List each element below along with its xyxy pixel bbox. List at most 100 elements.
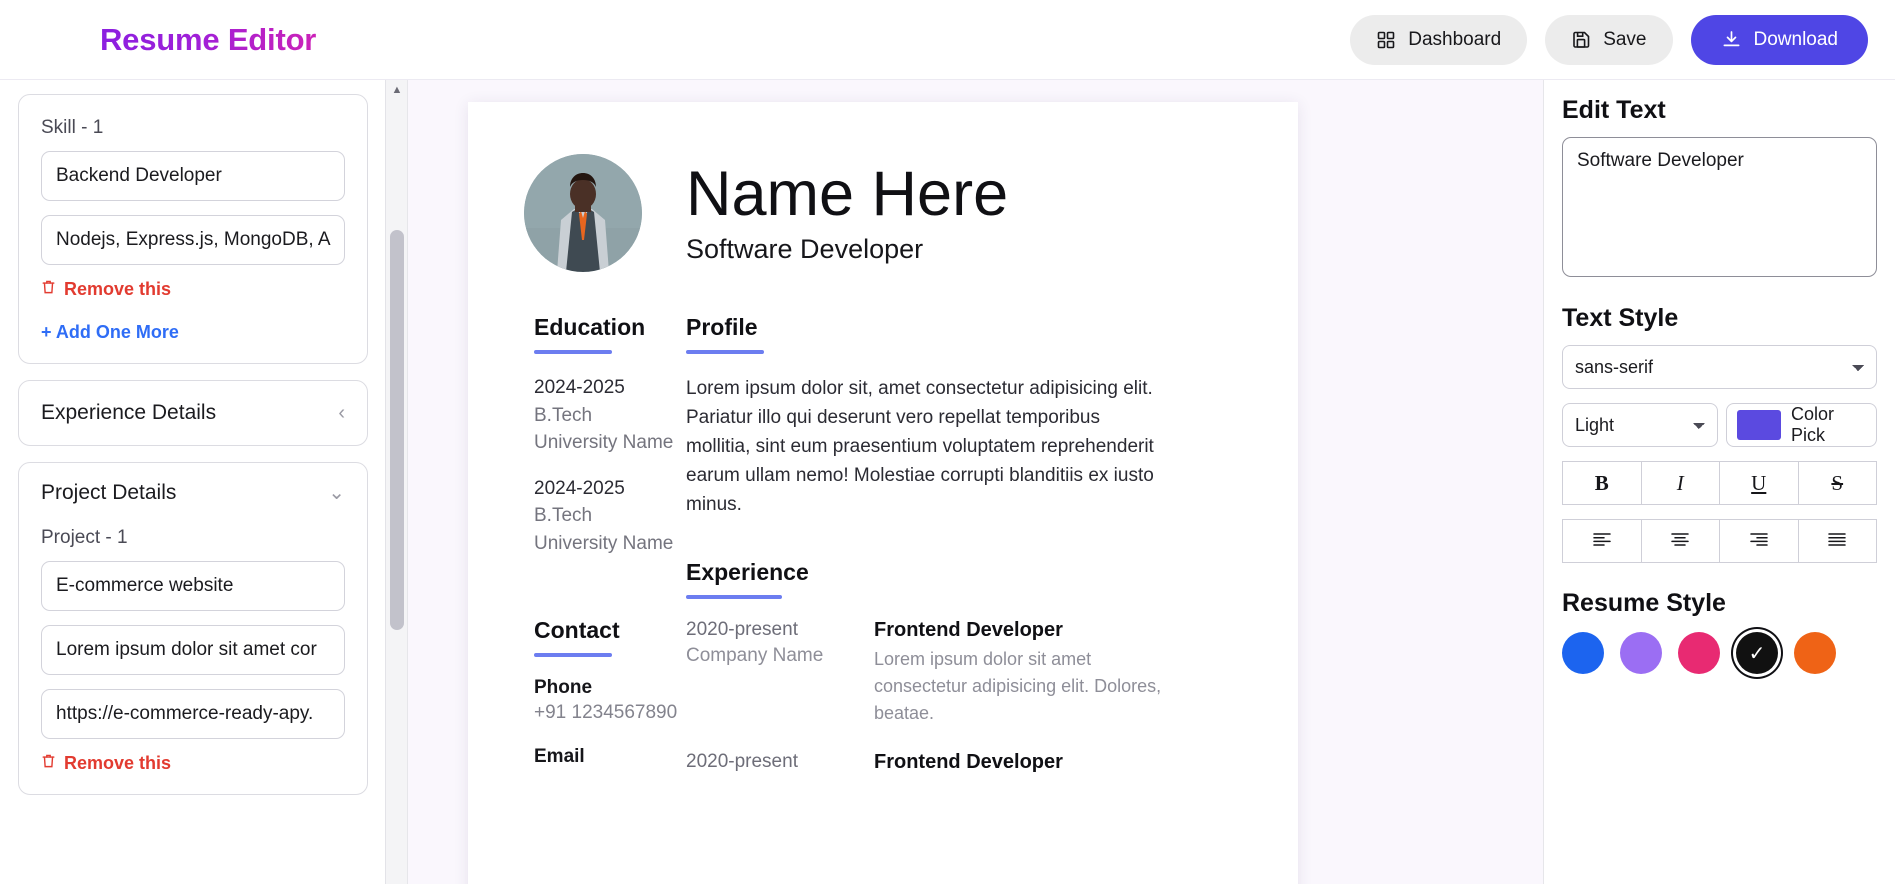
- skill-remove-button[interactable]: Remove this: [41, 279, 345, 300]
- project-details-section: Project Details ⌄ Project - 1 E-commerce…: [18, 462, 368, 795]
- experience-date[interactable]: 2020-present: [686, 751, 874, 773]
- experience-title[interactable]: Frontend Developer: [874, 619, 1164, 642]
- font-weight-select[interactable]: Light: [1562, 403, 1718, 447]
- scrollbar-thumb[interactable]: [390, 230, 404, 630]
- grid-icon: [1376, 30, 1396, 50]
- experience-body: Frontend Developer: [874, 751, 1063, 774]
- align-center-button[interactable]: [1641, 519, 1720, 563]
- experience-underline: [686, 595, 782, 600]
- education-heading[interactable]: Education: [534, 314, 645, 341]
- education-school[interactable]: University Name: [534, 429, 686, 457]
- skill-card: Skill - 1 Backend Developer Nodejs, Expr…: [18, 94, 368, 364]
- font-family-select[interactable]: sans-serif: [1562, 345, 1877, 389]
- education-date[interactable]: 2024-2025: [534, 374, 686, 402]
- style-panel: Edit Text Text Style sans-serif Light Co…: [1543, 80, 1895, 884]
- bold-button[interactable]: B: [1562, 461, 1642, 505]
- experience-meta: 2020-present: [686, 751, 874, 774]
- resume-style-heading: Resume Style: [1562, 589, 1726, 617]
- download-button[interactable]: Download: [1690, 14, 1868, 65]
- experience-desc[interactable]: Lorem ipsum dolor sit amet consectetur a…: [874, 646, 1164, 727]
- style-color-pink[interactable]: [1678, 632, 1720, 674]
- skill-name-input[interactable]: Backend Developer: [41, 151, 345, 201]
- floppy-disk-icon: [1571, 30, 1591, 50]
- experience-details-title: Experience Details: [41, 401, 217, 424]
- education-item: 2024-2025 B.Tech University Name: [534, 475, 686, 558]
- phone-label: Phone: [534, 677, 593, 699]
- experience-details-header: Experience Details ‹: [41, 401, 345, 425]
- style-color-black[interactable]: ✓: [1736, 632, 1778, 674]
- resume-paper: Name Here Software Developer Education 2…: [468, 102, 1298, 884]
- style-color-orange[interactable]: [1794, 632, 1836, 674]
- sidebar-scrollbar[interactable]: ▲: [385, 80, 407, 884]
- app-title: Resume Editor: [100, 21, 317, 57]
- color-pick-label: Color Pick: [1791, 404, 1835, 445]
- align-left-icon: [1592, 529, 1612, 553]
- experience-details-section[interactable]: Experience Details ‹: [18, 380, 368, 446]
- align-left-button[interactable]: [1562, 519, 1642, 563]
- project-remove-label: Remove this: [64, 753, 172, 773]
- experience-heading[interactable]: Experience: [686, 559, 809, 586]
- project-details-header[interactable]: Project Details ⌄: [41, 481, 345, 505]
- contact-heading[interactable]: Contact: [534, 617, 620, 644]
- project-description-input[interactable]: Lorem ipsum dolor sit amet cor: [41, 625, 345, 675]
- project-label: Project - 1: [41, 527, 128, 548]
- check-icon: ✓: [1748, 642, 1766, 665]
- education-degree[interactable]: B.Tech: [534, 502, 686, 530]
- resume-preview-area: Name Here Software Developer Education 2…: [408, 80, 1543, 884]
- italic-button[interactable]: I: [1641, 461, 1720, 505]
- experience-item: 2020-present Company Name Frontend Devel…: [686, 619, 1242, 727]
- edit-text-textarea[interactable]: [1562, 137, 1877, 277]
- project-name-input[interactable]: E-commerce website: [41, 561, 345, 611]
- align-right-button[interactable]: [1720, 519, 1799, 563]
- email-label: Email: [534, 746, 585, 768]
- app-header: Resume Editor Dashboard Save Download: [0, 0, 1895, 80]
- experience-title[interactable]: Frontend Developer: [874, 751, 1063, 774]
- save-button[interactable]: Save: [1545, 14, 1673, 65]
- strikethrough-button[interactable]: S: [1798, 461, 1877, 505]
- scroll-up-arrow-icon[interactable]: ▲: [386, 80, 407, 100]
- style-color-blue[interactable]: [1562, 632, 1604, 674]
- underline-button[interactable]: U: [1720, 461, 1799, 505]
- education-item: 2024-2025 B.Tech University Name: [534, 374, 686, 457]
- download-icon: [1721, 29, 1742, 50]
- color-pick-control[interactable]: Color Pick: [1726, 403, 1877, 447]
- skill-tech-input[interactable]: Nodejs, Express.js, MongoDB, A: [41, 215, 345, 265]
- style-color-purple[interactable]: [1620, 632, 1662, 674]
- experience-company[interactable]: Company Name: [686, 645, 874, 667]
- education-school[interactable]: University Name: [534, 530, 686, 558]
- chevron-down-icon[interactable]: ⌄: [328, 483, 345, 503]
- trash-icon: [41, 279, 56, 300]
- resume-style-swatches: ✓: [1562, 632, 1877, 674]
- download-label: Download: [1753, 28, 1839, 50]
- profile-heading[interactable]: Profile: [686, 314, 758, 341]
- experience-date[interactable]: 2020-present: [686, 619, 874, 641]
- align-justify-icon: [1827, 529, 1847, 553]
- experience-meta: 2020-present Company Name: [686, 619, 874, 727]
- text-style-heading: Text Style: [1562, 304, 1679, 332]
- avatar[interactable]: [524, 154, 642, 272]
- profile-text[interactable]: Lorem ipsum dolor sit, amet consectetur …: [686, 374, 1156, 519]
- skill-add-button[interactable]: + Add One More: [41, 322, 345, 343]
- education-degree[interactable]: B.Tech: [534, 402, 686, 430]
- contact-underline: [534, 653, 612, 658]
- skill-remove-label: Remove this: [64, 279, 172, 299]
- dashboard-label: Dashboard: [1408, 28, 1502, 50]
- editor-sidebar: Skill - 1 Backend Developer Nodejs, Expr…: [0, 80, 408, 884]
- trash-icon: [41, 753, 56, 774]
- resume-role[interactable]: Software Developer: [686, 234, 1008, 265]
- phone-value[interactable]: +91 1234567890: [534, 702, 686, 724]
- align-justify-button[interactable]: [1798, 519, 1877, 563]
- contact-block: Phone +91 1234567890 Email: [534, 677, 686, 768]
- main-body: Skill - 1 Backend Developer Nodejs, Expr…: [0, 80, 1895, 884]
- align-center-icon: [1670, 529, 1690, 553]
- color-swatch-preview[interactable]: [1737, 410, 1781, 440]
- education-date[interactable]: 2024-2025: [534, 475, 686, 503]
- dashboard-button[interactable]: Dashboard: [1350, 14, 1528, 65]
- save-label: Save: [1603, 28, 1647, 50]
- project-link-input[interactable]: https://e-commerce-ready-apy.: [41, 689, 345, 739]
- project-remove-button[interactable]: Remove this: [41, 753, 345, 774]
- chevron-left-icon[interactable]: ‹: [338, 403, 345, 423]
- resume-name[interactable]: Name Here: [686, 161, 1008, 228]
